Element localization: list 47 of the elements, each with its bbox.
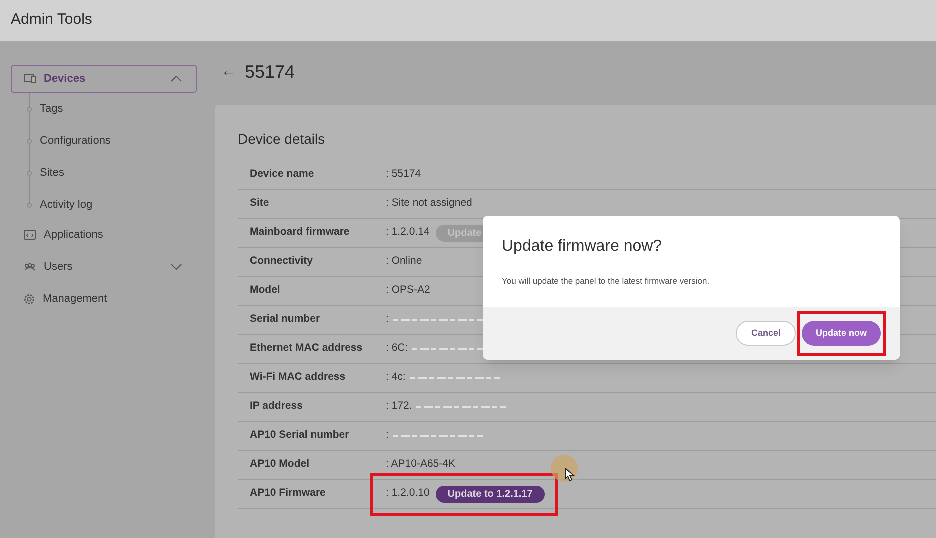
field-value: : 4c:: [386, 370, 406, 386]
field-value: : 6C:: [386, 341, 408, 356]
sidebar-subitem[interactable]: Tags: [40, 100, 64, 118]
field-label: AP10 Firmware: [250, 486, 327, 502]
field-value: :: [386, 312, 389, 328]
sidebar-subitem[interactable]: Configurations: [40, 132, 111, 150]
monitor-icon: [24, 74, 36, 84]
sidebar-subitem[interactable]: Activity log: [40, 196, 93, 214]
back-button[interactable]: ←: [221, 60, 237, 84]
field-label: Device name: [250, 167, 316, 182]
field-label: Wi-Fi MAC address: [250, 370, 347, 386]
field-value: : AP10-A65-4K: [386, 457, 456, 472]
field-label: Connectivity: [250, 254, 314, 270]
field-label: AP10 Serial number: [250, 428, 350, 444]
field-label: AP10 Model: [250, 457, 311, 472]
users-icon: [24, 263, 36, 271]
update-now-button[interactable]: Update now: [802, 320, 881, 346]
cursor-icon: [565, 468, 575, 482]
card-title: Device details: [238, 130, 326, 149]
field-value: : 1.2.0.14: [386, 225, 430, 240]
field-value: : 1.2.0.10: [386, 486, 430, 502]
sidebar-item[interactable]: Devices: [11, 65, 197, 93]
settings-icon: [24, 294, 35, 304]
field-label: Mainboard firmware: [250, 225, 351, 240]
field-label: Serial number: [250, 312, 322, 328]
field-value: : Site not assigned: [386, 196, 472, 212]
dialog-message: You will update the panel to the latest firmware version.: [502, 275, 711, 288]
code-window-icon: [24, 230, 36, 240]
field-label: Model: [250, 283, 282, 298]
update-button[interactable]: Update to 1.2.1.17: [436, 486, 545, 502]
chevron-up-icon[interactable]: [171, 76, 182, 82]
field-value: : 55174: [386, 167, 422, 182]
chevron-down-icon[interactable]: [171, 264, 182, 270]
field-value: : 172.: [386, 399, 412, 414]
field-label: Ethernet MAC address: [250, 341, 364, 356]
sidebar-item[interactable]: Management: [11, 285, 197, 313]
cancel-button[interactable]: Cancel: [736, 320, 796, 346]
sidebar-subitem[interactable]: Sites: [40, 164, 64, 182]
field-value: : OPS-A2: [386, 283, 430, 298]
field-label: Site: [250, 196, 270, 212]
app-title: Admin Tools: [11, 10, 92, 30]
page-title: 55174: [245, 60, 296, 84]
field-value: :: [386, 428, 389, 444]
field-label: IP address: [250, 399, 304, 414]
field-value: : Online: [386, 254, 422, 270]
sidebar-item[interactable]: Applications: [11, 221, 197, 249]
sidebar-item[interactable]: Users: [11, 253, 197, 281]
